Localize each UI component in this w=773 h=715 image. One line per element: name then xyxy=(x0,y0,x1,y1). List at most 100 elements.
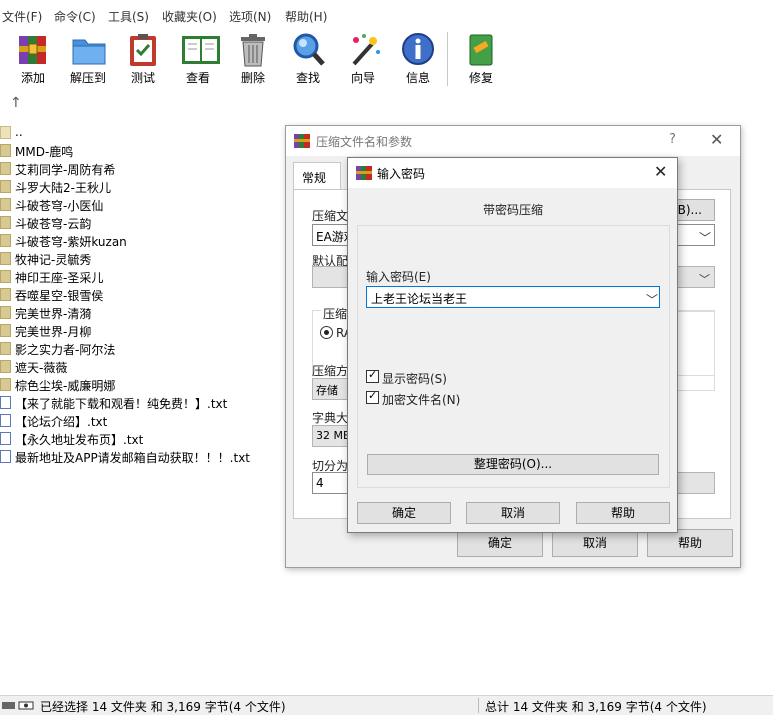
menu-bar: 文件(F) 命令(C) 工具(S) 收藏夹(O) 选项(N) 帮助(H) xyxy=(0,0,773,30)
checkmark-icon: ✓ xyxy=(368,368,378,381)
password-help-button[interactable]: 帮助 xyxy=(576,502,670,524)
repair-label: 修复 xyxy=(468,71,493,85)
archive-help-button[interactable]: 帮助 xyxy=(647,529,733,557)
extract-to-label: 解压到 xyxy=(69,71,106,85)
status-bar: 已经选择 14 文件夹 和 3,169 字节(4 个文件) 总计 14 文件夹 … xyxy=(0,695,773,715)
repair-icon xyxy=(469,34,493,66)
test-button[interactable]: 测试 xyxy=(118,30,168,88)
list-item[interactable]: 棕色尘埃-威廉明娜 xyxy=(0,376,300,394)
list-item[interactable]: 完美世界-月柳 xyxy=(0,322,300,340)
format-radio-button[interactable] xyxy=(320,326,333,339)
path-bar: ↑ xyxy=(0,92,773,118)
test-clipboard-icon xyxy=(130,34,156,66)
context-help-button[interactable]: ? xyxy=(669,132,676,147)
delete-button[interactable]: 删除 xyxy=(228,30,278,88)
show-password-checkbox[interactable]: ✓ xyxy=(366,368,379,383)
file-name: 影之实力者-阿尔法 xyxy=(15,343,116,357)
menu-file[interactable]: 文件(F) xyxy=(2,8,42,25)
add-button[interactable]: 添加 xyxy=(8,30,58,88)
dict-label: 字典大 xyxy=(312,411,349,425)
password-value: 上老王论坛当老王 xyxy=(371,292,468,306)
text-file-icon xyxy=(0,432,11,445)
info-button[interactable]: 信息 xyxy=(393,30,443,88)
list-item[interactable]: 斗破苍穹-紫妍kuzan xyxy=(0,232,300,250)
menu-tools[interactable]: 工具(S) xyxy=(108,8,149,25)
file-name: 斗破苍穹-云韵 xyxy=(15,217,92,231)
file-name: 【来了就能下载和观看！纯免费！】.txt xyxy=(15,397,228,411)
list-item[interactable]: 牧神记-灵毓秀 xyxy=(0,250,300,268)
folder-icon xyxy=(0,378,11,391)
password-ok-button[interactable]: 确定 xyxy=(357,502,451,524)
winrar-app-icon xyxy=(294,134,310,148)
view-button[interactable]: 查看 xyxy=(173,30,223,88)
menu-options[interactable]: 选项(N) xyxy=(229,8,271,25)
toolbar: 添加 解压到 测试 查看 删除 查找 向导 信息 修复 xyxy=(0,30,773,90)
list-item[interactable]: 斗破苍穹-小医仙 xyxy=(0,196,300,214)
text-file-icon xyxy=(0,414,11,427)
find-button[interactable]: 查找 xyxy=(283,30,333,88)
archive-name-label: 压缩文 xyxy=(312,209,349,223)
repair-button[interactable]: 修复 xyxy=(456,30,506,88)
list-item[interactable]: 神印王座-圣采儿 xyxy=(0,268,300,286)
extract-to-button[interactable]: 解压到 xyxy=(63,30,113,88)
list-item[interactable]: 完美世界-清漪 xyxy=(0,304,300,322)
list-item[interactable]: 斗罗大陆2-王秋儿 xyxy=(0,178,300,196)
chevron-down-icon[interactable]: ﹀ xyxy=(646,291,658,308)
wizard-button[interactable]: 向导 xyxy=(338,30,388,88)
tab-general[interactable]: 常规 xyxy=(293,162,341,190)
archive-dialog-close-icon[interactable]: ✕ xyxy=(710,130,723,149)
find-label: 查找 xyxy=(295,71,320,85)
list-item[interactable]: 【永久地址发布页】.txt xyxy=(0,430,300,448)
list-item[interactable]: .. xyxy=(0,124,300,142)
list-item[interactable]: 影之实力者-阿尔法 xyxy=(0,340,300,358)
password-input[interactable]: 上老王论坛当老王 ﹀ xyxy=(366,286,660,308)
encrypt-names-label: 加密文件名(N) xyxy=(382,393,461,407)
dict-combo[interactable]: 32 MB xyxy=(312,425,352,447)
toolbar-separator xyxy=(447,32,448,86)
method-value: 存储 xyxy=(316,384,338,397)
split-combo[interactable]: 4 xyxy=(312,472,352,494)
method-combo[interactable]: 存储 xyxy=(312,378,352,400)
list-item[interactable]: 遮天-薇薇 xyxy=(0,358,300,376)
up-arrow-icon[interactable]: ↑ xyxy=(10,95,22,111)
info-label: 信息 xyxy=(405,71,430,85)
winrar-app-icon xyxy=(356,166,372,180)
menu-command[interactable]: 命令(C) xyxy=(54,8,96,25)
test-label: 测试 xyxy=(130,71,155,85)
tab-general-label: 常规 xyxy=(302,171,327,185)
status-total: 总计 14 文件夹 和 3,169 字节(4 个文件) xyxy=(485,700,707,714)
file-name: 遮天-薇薇 xyxy=(15,361,68,375)
menu-favorites[interactable]: 收藏夹(O) xyxy=(162,8,217,25)
file-name: .. xyxy=(15,125,23,139)
text-file-icon xyxy=(0,450,11,463)
folder-icon xyxy=(0,360,11,373)
file-name: 棕色尘埃-威廉明娜 xyxy=(15,379,116,393)
organize-passwords-button[interactable]: 整理密码(O)... xyxy=(367,454,659,475)
encrypt-names-checkbox[interactable]: ✓ xyxy=(366,389,379,404)
archive-ok-button[interactable]: 确定 xyxy=(457,529,543,557)
chevron-down-icon: ﹀ xyxy=(699,231,712,245)
list-item[interactable]: 艾莉同学-周防有希 xyxy=(0,160,300,178)
password-dialog-close-icon[interactable]: ✕ xyxy=(654,162,667,181)
menu-help[interactable]: 帮助(H) xyxy=(285,8,327,25)
add-label: 添加 xyxy=(20,71,45,85)
dict-value: 32 MB xyxy=(316,429,351,442)
file-name: 斗罗大陆2-王秋儿 xyxy=(15,181,111,195)
view-book-icon xyxy=(182,36,220,64)
file-name: 艾莉同学-周防有希 xyxy=(15,163,116,177)
folder-icon xyxy=(0,234,11,247)
parent-folder-icon xyxy=(0,126,11,139)
archive-cancel-button[interactable]: 取消 xyxy=(552,529,638,557)
list-item[interactable]: 斗破苍穹-云韵 xyxy=(0,214,300,232)
list-item[interactable]: MMD-鹿鸣 xyxy=(0,142,300,160)
split-value: 4 xyxy=(316,476,324,490)
password-field-label: 输入密码(E) xyxy=(366,270,431,284)
list-item[interactable]: 最新地址及APP请发邮箱自动获取！！！.txt xyxy=(0,448,300,466)
list-item[interactable]: 吞噬星空-银雪侯 xyxy=(0,286,300,304)
list-item[interactable]: 【来了就能下载和观看！纯免费！】.txt xyxy=(0,394,300,412)
archive-dialog-title: 压缩文件名和参数 xyxy=(316,135,413,149)
password-cancel-button[interactable]: 取消 xyxy=(466,502,560,524)
folder-icon xyxy=(0,324,11,337)
folder-icon xyxy=(0,144,11,157)
list-item[interactable]: 【论坛介绍】.txt xyxy=(0,412,300,430)
